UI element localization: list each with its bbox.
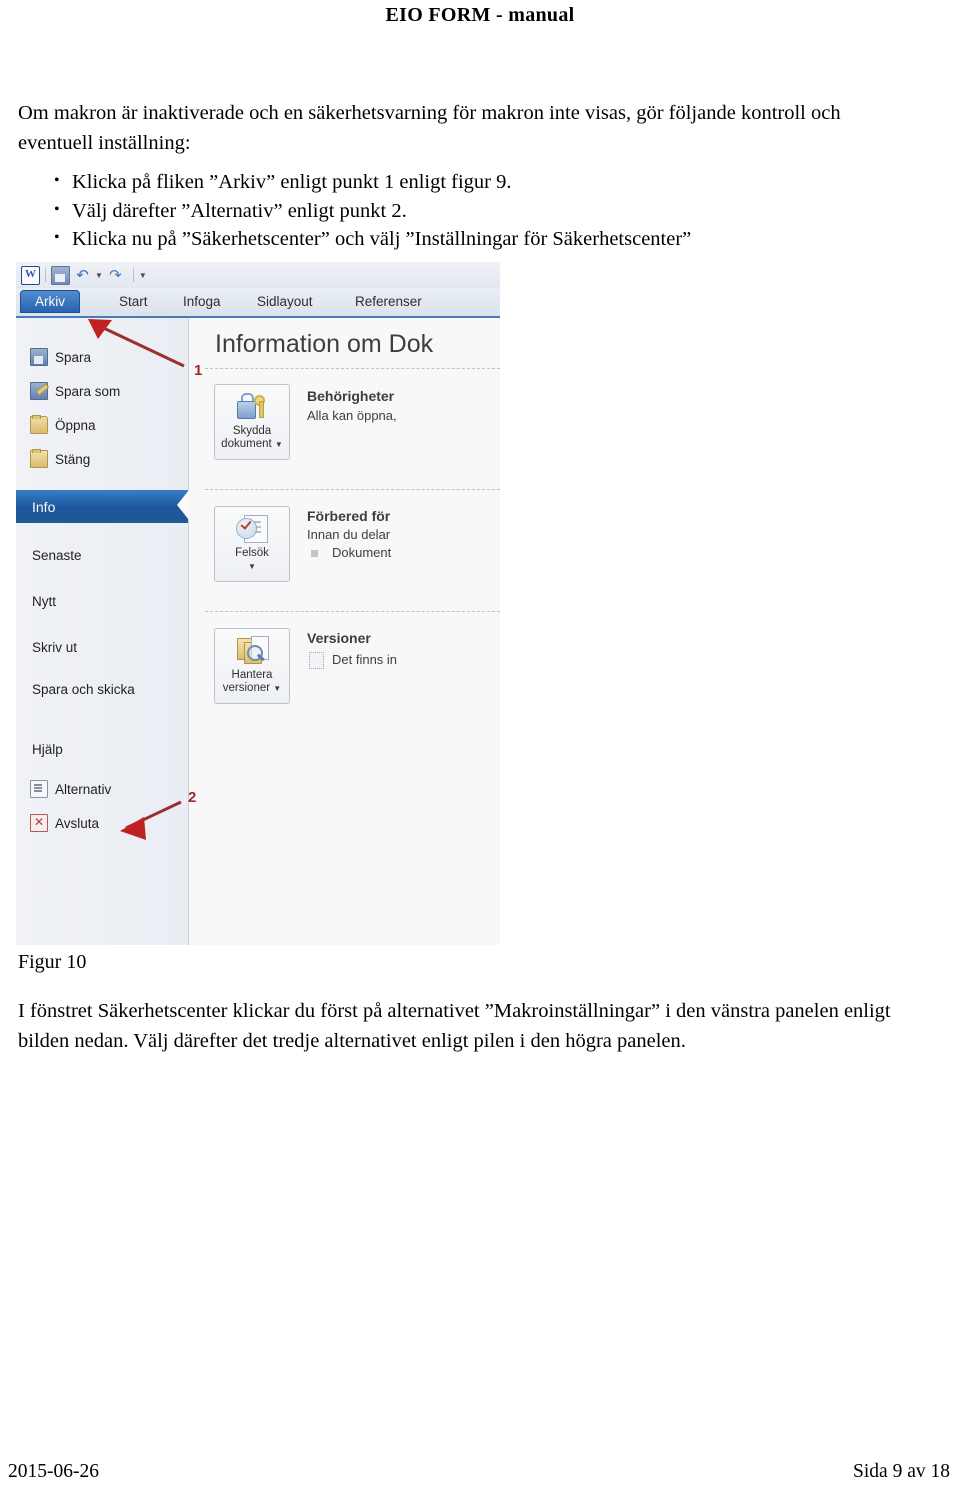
footer-page-number: Sida 9 av 18	[853, 1461, 950, 1482]
word-backstage-screenshot: W ↶ ▼ ↷ ▼ Arkiv Start Infoga Sidlayout R…	[16, 262, 500, 945]
callout-arrow-1	[88, 319, 185, 368]
list-item: Klicka på fliken ”Arkiv” enligt punkt 1 …	[48, 167, 928, 197]
callout-arrow-2	[120, 800, 182, 840]
closing-paragraph: I fönstret Säkerhetscenter klickar du fö…	[18, 1000, 891, 1052]
callout-arrow-overlay	[88, 319, 185, 840]
footer-date: 2015-06-26	[8, 1461, 99, 1482]
callout-number-2: 2	[188, 789, 197, 806]
intro-paragraph: Om makron är inaktiverade och en säkerhe…	[18, 102, 841, 154]
instruction-list: Klicka på fliken ”Arkiv” enligt punkt 1 …	[48, 167, 928, 254]
list-item: Klicka nu på ”Säkerhetscenter” och välj …	[48, 224, 928, 254]
page-title: EIO FORM - manual	[385, 4, 575, 26]
list-item: Välj därefter ”Alternativ” enligt punkt …	[48, 196, 928, 226]
callout-number-1: 1	[194, 362, 203, 379]
figure-caption: Figur 10	[18, 951, 87, 973]
